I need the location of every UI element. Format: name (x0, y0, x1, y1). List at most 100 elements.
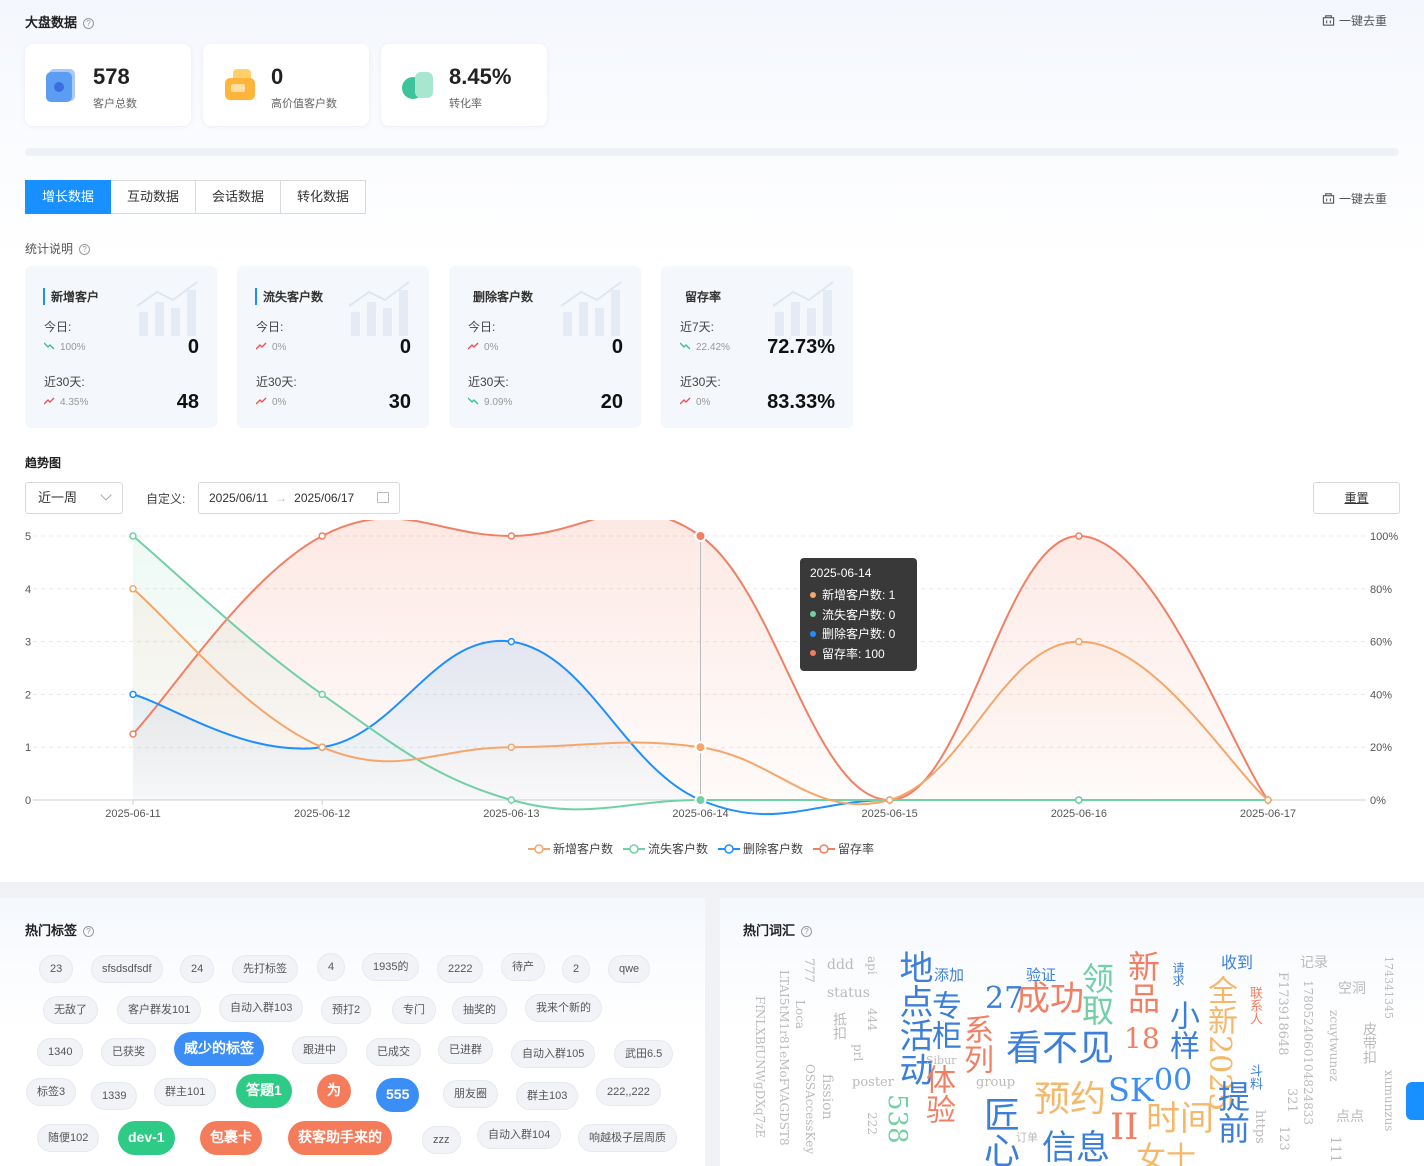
help-icon[interactable]: ? (83, 18, 95, 29)
hot-word[interactable]: 18 (1124, 1025, 1160, 1053)
hot-tag[interactable]: 待产 (501, 953, 545, 981)
hot-tag[interactable]: 我来个新的 (525, 994, 602, 1022)
legend-item[interactable]: 新增客户数 (528, 840, 613, 857)
start-date[interactable]: 2025/06/11 (209, 483, 268, 513)
hot-tag[interactable]: zzz (422, 1126, 461, 1154)
hot-word[interactable]: poster (852, 1076, 894, 1089)
hot-tag[interactable]: qwe (608, 955, 651, 983)
hot-word[interactable]: 321 (1284, 1088, 1299, 1113)
hot-word[interactable]: 小样 (1164, 1000, 1199, 1060)
hot-word[interactable]: 174341345 (1382, 956, 1395, 1019)
hot-word[interactable]: F173918648 (1275, 972, 1290, 1055)
floating-help-button[interactable] (1406, 1082, 1424, 1120)
hot-word[interactable]: group (976, 1076, 1015, 1089)
hot-tag[interactable]: 客户群发101 (117, 996, 202, 1024)
hot-tag[interactable]: 1339 (91, 1082, 138, 1110)
hot-word[interactable]: 信息 (1042, 1131, 1110, 1165)
overview-dedup-button[interactable]: 一键去重 (1322, 12, 1387, 29)
hot-word[interactable]: 体验 (920, 1064, 955, 1124)
trend-chart[interactable]: 0 1 2 3 4 5 0% 20% 40% 60% 80% 100% 2025-06-11 2025-0… (0, 520, 1424, 840)
hot-tag[interactable]: 跟进中 (292, 1036, 347, 1064)
help-icon[interactable]: ? (79, 244, 91, 255)
hot-tag[interactable]: 响越极子层周质 (578, 1124, 677, 1152)
hot-word[interactable]: Loca (793, 1000, 807, 1029)
hot-tag[interactable]: 自动入群104 (477, 1121, 562, 1149)
hot-word[interactable]: 预约 (1034, 1082, 1106, 1118)
hot-word[interactable]: 00 (1154, 1066, 1192, 1096)
hot-tag[interactable]: 随便102 (37, 1124, 100, 1152)
period-select[interactable]: 近一周 (25, 482, 123, 514)
hot-word[interactable]: xumunzus (1382, 1070, 1396, 1132)
hot-word[interactable]: 444 (865, 1008, 879, 1031)
hot-word[interactable]: api (865, 956, 879, 975)
hot-word[interactable]: 222 (865, 1112, 879, 1135)
hot-tag[interactable]: 自动入群105 (511, 1040, 596, 1068)
hot-word[interactable]: FfNLXBfUNWgDXq7zE (753, 996, 767, 1138)
hot-word[interactable]: 点点 (1336, 1110, 1364, 1124)
help-icon[interactable]: ? (801, 926, 813, 937)
hot-tag[interactable]: 获客助手来的 (288, 1121, 392, 1155)
hot-tag[interactable]: 抽奖的 (452, 996, 507, 1024)
hot-tag[interactable]: sfsdsdfsdf (91, 955, 163, 983)
hot-word[interactable]: SK (1108, 1074, 1154, 1106)
hot-word[interactable]: 看不见 (1006, 1031, 1114, 1067)
hot-word[interactable]: 777 (801, 958, 816, 983)
hot-tag[interactable]: 23 (39, 955, 74, 983)
hot-word[interactable]: Sibur (926, 1055, 956, 1066)
reset-button[interactable]: 重置 (1313, 482, 1400, 514)
hot-tag[interactable]: 24 (180, 955, 215, 983)
hot-tag[interactable]: 自动入群103 (219, 994, 304, 1022)
hot-tag[interactable]: 已获奖 (101, 1038, 156, 1066)
hot-word[interactable]: 请求 (1171, 962, 1185, 986)
hot-word[interactable]: 27 (985, 984, 1023, 1014)
hot-word[interactable]: 女士 (1136, 1144, 1196, 1166)
hot-tag[interactable]: 预打2 (321, 996, 372, 1024)
hot-tag[interactable]: 555 (376, 1078, 420, 1112)
tab-interaction[interactable]: 互动数据 (111, 180, 197, 214)
hot-tag[interactable]: 武田6.5 (614, 1040, 674, 1068)
hot-word[interactable]: 斗料 (1247, 1064, 1262, 1090)
hot-word[interactable]: status (827, 986, 870, 1000)
hot-tag[interactable]: 先打标签 (232, 955, 298, 983)
legend-item[interactable]: 留存率 (813, 840, 874, 857)
hot-tag[interactable]: 4 (317, 953, 346, 981)
hot-tag[interactable]: 为 (317, 1074, 351, 1108)
tab-growth[interactable]: 增长数据 (25, 180, 112, 214)
hot-tag[interactable]: 群主103 (516, 1082, 579, 1110)
hot-word[interactable]: 订单 (1016, 1132, 1038, 1143)
date-range-picker[interactable]: 2025/06/11 → 2025/06/17 (198, 482, 400, 514)
hot-word[interactable]: zcuytwunez (1327, 1010, 1341, 1082)
hot-tag[interactable]: 包裹卡 (200, 1121, 262, 1155)
hot-word[interactable]: 系列 (958, 1014, 993, 1074)
hot-tag[interactable]: 朋友圈 (443, 1080, 498, 1108)
hot-word[interactable]: 联系人 (1247, 986, 1262, 1025)
hot-tag[interactable]: 专门 (392, 996, 436, 1024)
hot-tag[interactable]: 已进群 (438, 1036, 493, 1064)
hot-tag[interactable]: 222,,222 (596, 1078, 661, 1106)
hot-word[interactable]: 专柜 (926, 990, 961, 1050)
hot-word[interactable]: 收到 (1221, 955, 1253, 971)
hot-word[interactable]: 记录 (1300, 956, 1328, 970)
hot-tag[interactable]: 无敌了 (43, 996, 98, 1024)
legend-item[interactable]: 流失客户数 (623, 840, 708, 857)
hot-tag[interactable]: 1935的 (362, 953, 420, 981)
hot-word[interactable]: 新品 (1123, 950, 1161, 1014)
hot-tag[interactable]: 威少的标签 (174, 1032, 264, 1066)
hot-tag[interactable]: 已成交 (366, 1038, 421, 1066)
hot-tag[interactable]: 2 (562, 955, 591, 983)
tab-conversion[interactable]: 转化数据 (281, 180, 367, 214)
tabs-dedup-button[interactable]: 一键去重 (1322, 190, 1387, 207)
hot-word[interactable]: 添加 (934, 968, 964, 983)
tab-session[interactable]: 会话数据 (196, 180, 282, 214)
hot-word[interactable]: 匠心 (978, 1096, 1019, 1166)
hot-word[interactable]: 111 (1327, 1136, 1343, 1163)
hot-tag[interactable]: 2222 (437, 955, 484, 983)
hot-word[interactable]: 1780524060104824833 (1301, 980, 1315, 1125)
hot-word[interactable]: 提前 (1213, 1080, 1251, 1144)
hot-word[interactable]: LTAI5tM1r81eMoFVAGDST8 (777, 970, 791, 1146)
hot-word[interactable]: 皮带扣 (1361, 1022, 1377, 1064)
hot-word[interactable]: fission (819, 1074, 835, 1120)
hot-word[interactable]: 123 (1276, 1126, 1291, 1151)
hot-word[interactable]: prl (851, 1044, 865, 1061)
hot-tag[interactable]: 1340 (37, 1038, 84, 1066)
